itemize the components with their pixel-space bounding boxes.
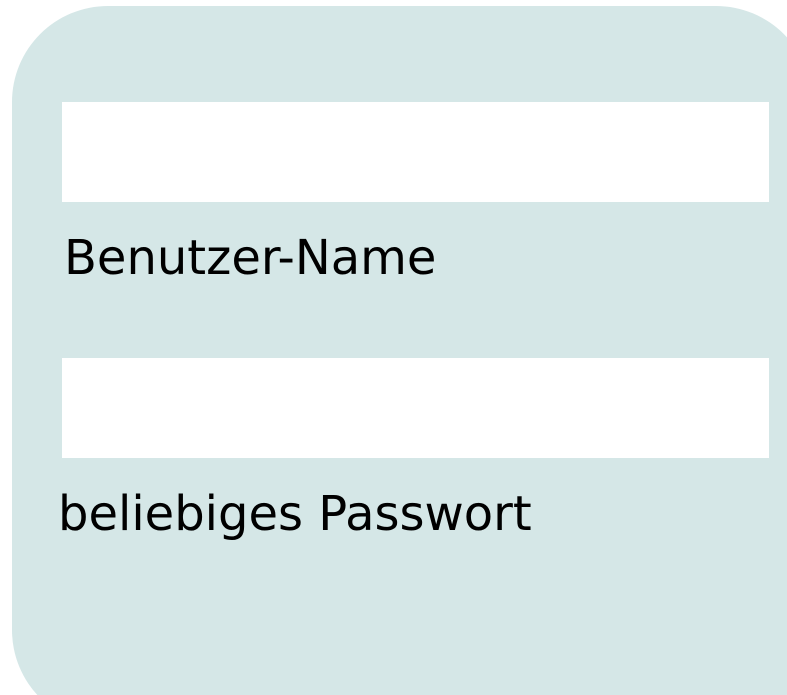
username-field[interactable] <box>62 102 769 202</box>
page: Benutzer-Name beliebiges Passwort <box>0 0 787 695</box>
username-label: Benutzer-Name <box>64 230 437 286</box>
password-label: beliebiges Passwort <box>58 486 532 542</box>
password-field[interactable] <box>62 358 769 458</box>
